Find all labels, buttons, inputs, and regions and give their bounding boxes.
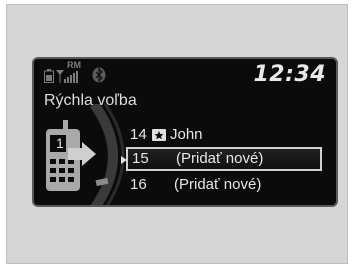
phone-slot-number: 1 (56, 135, 64, 151)
speed-dial-number: 14 (130, 126, 147, 143)
status-bar: RM 12:34 (34, 59, 336, 89)
roaming-icon: RM (67, 60, 81, 70)
frame: RM 12:34 Rýchla voľba 1 14 John 15 (Prid… (6, 4, 348, 264)
display-screen: RM 12:34 Rýchla voľba 1 14 John 15 (Prid… (32, 57, 338, 207)
speed-dial-number: 15 (132, 150, 149, 167)
clock: 12:34 (253, 62, 326, 87)
speed-dial-label: John (170, 126, 203, 143)
speed-dial-label: (Pridať nové) (174, 176, 262, 193)
battery-icon (44, 69, 54, 83)
speed-dial-label: (Pridať nové) (176, 150, 264, 167)
speed-dial-number: 16 (130, 176, 147, 193)
speed-dial-item-16[interactable]: 16 (Pridať nové) (126, 173, 322, 197)
signal-icon (56, 70, 78, 83)
speed-dial-item-15[interactable]: 15 (Pridať nové) (121, 147, 322, 171)
bluetooth-icon (92, 67, 106, 83)
selection-arrow-icon (121, 156, 127, 164)
speed-dial-item-14[interactable]: 14 John (126, 123, 322, 147)
contact-card-icon (152, 129, 166, 141)
